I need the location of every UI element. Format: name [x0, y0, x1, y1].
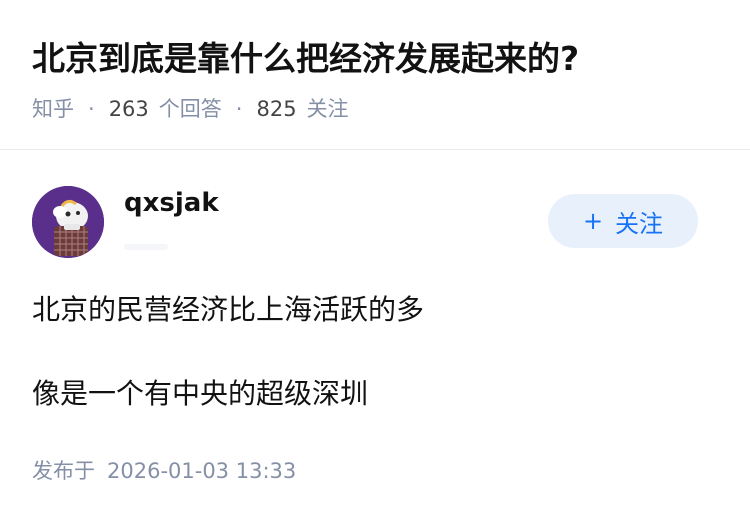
author-name[interactable]: qxsjak: [124, 184, 219, 222]
avatar-illustration-icon: [32, 186, 104, 258]
question-meta: 知乎 · 263 个回答 · 825 关注: [32, 92, 349, 126]
follow-button-label: 关注: [615, 209, 664, 238]
plus-icon: +: [582, 207, 604, 235]
answer-paragraph: 北京的民营经济比上海活跃的多: [32, 293, 425, 326]
publish-label: 发布于: [32, 459, 95, 483]
question-header: 北京到底是靠什么把经济发展起来的? 知乎 · 263 个回答 · 825 关注: [0, 0, 750, 150]
followers-count: 825: [256, 97, 297, 121]
publish-datetime: 2026-01-03 13:33: [107, 459, 297, 483]
meta-separator: ·: [235, 97, 243, 121]
answer-paragraph: 像是一个有中央的超级深圳: [32, 377, 369, 410]
answers-link[interactable]: 个回答: [159, 92, 222, 126]
answers-count: 263: [108, 97, 149, 121]
follow-button[interactable]: + 关注: [548, 194, 698, 248]
followers-link[interactable]: 关注: [307, 92, 349, 126]
publish-time: 发布于 2026-01-03 13:33: [32, 454, 296, 488]
question-title[interactable]: 北京到底是靠什么把经济发展起来的?: [32, 36, 579, 82]
meta-separator: ·: [88, 97, 95, 121]
avatar[interactable]: [32, 186, 104, 258]
answer-card: qxsjak + 关注 北京的民营经济比上海活跃的多 像是一个有中央的超级深圳 …: [0, 150, 750, 522]
author-badge: [124, 244, 168, 250]
source-label[interactable]: 知乎: [32, 92, 74, 126]
